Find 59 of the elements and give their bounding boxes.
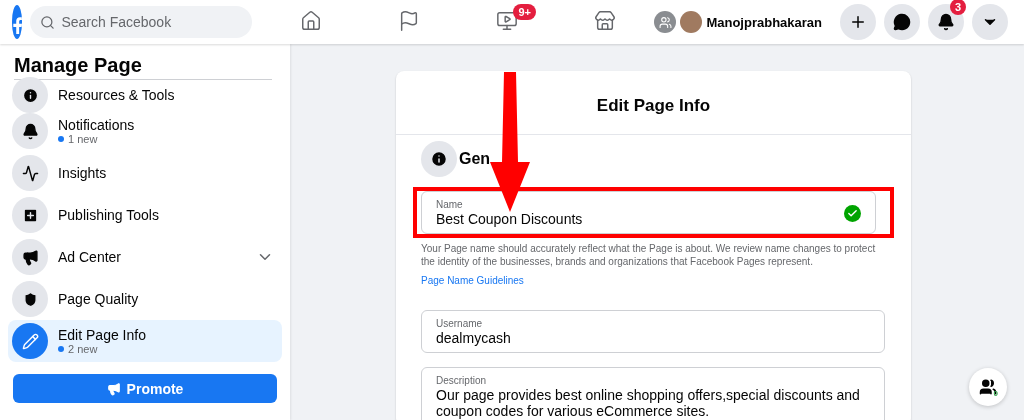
notification-badge: 3	[950, 0, 967, 15]
pencil-icon	[12, 323, 48, 359]
item-label: Resources & Tools	[58, 87, 176, 103]
insights-icon	[12, 155, 48, 191]
text-field[interactable]: Description Our page provides best online shopping offers,special discounts and coupon codes for various eCommerce sites.	[421, 367, 885, 420]
contacts-count: 0	[993, 389, 998, 398]
sidebar-item[interactable]: Page Quality	[8, 278, 282, 320]
item-label: Notifications	[58, 117, 136, 133]
field-label: Username	[436, 318, 484, 329]
home-icon	[300, 9, 323, 32]
text-field[interactable]: Username dealmycash	[421, 310, 885, 353]
item-label: Page Quality	[58, 291, 140, 307]
notification-badge: 9+	[513, 4, 536, 20]
guidelines-link[interactable]: Page Name Guidelines	[421, 275, 885, 286]
caret-button[interactable]	[972, 4, 1008, 40]
field-value: Best Coupon Discounts	[436, 211, 584, 227]
item-label: Publishing Tools	[58, 207, 160, 223]
field-label: Name	[436, 199, 464, 210]
item-label: Ad Center	[58, 249, 123, 265]
item-note: 2 new	[58, 343, 274, 355]
info-icon	[12, 77, 48, 113]
search-icon	[40, 15, 56, 30]
sidebar-item[interactable]: Resources & Tools	[8, 80, 282, 110]
video-icon	[496, 9, 519, 32]
megaphone-icon	[106, 381, 121, 396]
messenger-icon	[893, 13, 911, 31]
sidebar-title: Manage Page	[14, 54, 143, 77]
facebook-logo[interactable]	[12, 5, 23, 39]
people-icon	[979, 378, 997, 396]
messenger-button[interactable]	[884, 4, 920, 40]
sidebar-item[interactable]: Edit Page Info 2 new	[8, 320, 282, 362]
sidebar-item[interactable]: Insights	[8, 152, 282, 194]
item-label: Edit Page Info	[58, 327, 147, 343]
video-tab[interactable]: 9+	[458, 0, 557, 44]
field-label: Description	[436, 375, 488, 386]
field-value: Our page provides best online shopping offers,special discounts and coupon codes for various eCommerce sites.	[436, 387, 861, 419]
avatar[interactable]	[680, 11, 703, 33]
item-note: 1 new	[58, 133, 274, 145]
group-icon[interactable]	[654, 11, 677, 33]
dialog-title: Edit Page Info	[596, 95, 711, 116]
sidebar-item[interactable]: Notifications 1 new	[8, 110, 282, 152]
store-icon	[594, 9, 617, 32]
promote-button[interactable]: Promote	[13, 374, 277, 403]
bell-icon	[937, 13, 955, 31]
shield-icon	[12, 281, 48, 317]
item-label: Insights	[58, 165, 108, 181]
publishing-icon	[12, 197, 48, 233]
plus-button[interactable]	[840, 4, 876, 40]
info-icon	[421, 141, 457, 177]
search-field[interactable]: Search Facebook	[30, 6, 253, 38]
sidebar-item[interactable]: Ad Center	[8, 236, 282, 278]
section-heading: Gen	[459, 150, 491, 168]
field-value: dealmycash	[436, 330, 512, 346]
bell-icon	[12, 113, 48, 149]
plus-icon	[849, 13, 867, 31]
sidebar-item[interactable]: Publishing Tools	[8, 194, 282, 236]
megaphone-icon	[12, 239, 48, 275]
profile-name[interactable]: Manojprabhakaran	[706, 14, 822, 30]
help-text: Your Page name should accurately reflect what the Page is about. We review name changes to protect the identity of the businesses, brands and organizations that Facebook Pages represent.	[421, 242, 877, 268]
